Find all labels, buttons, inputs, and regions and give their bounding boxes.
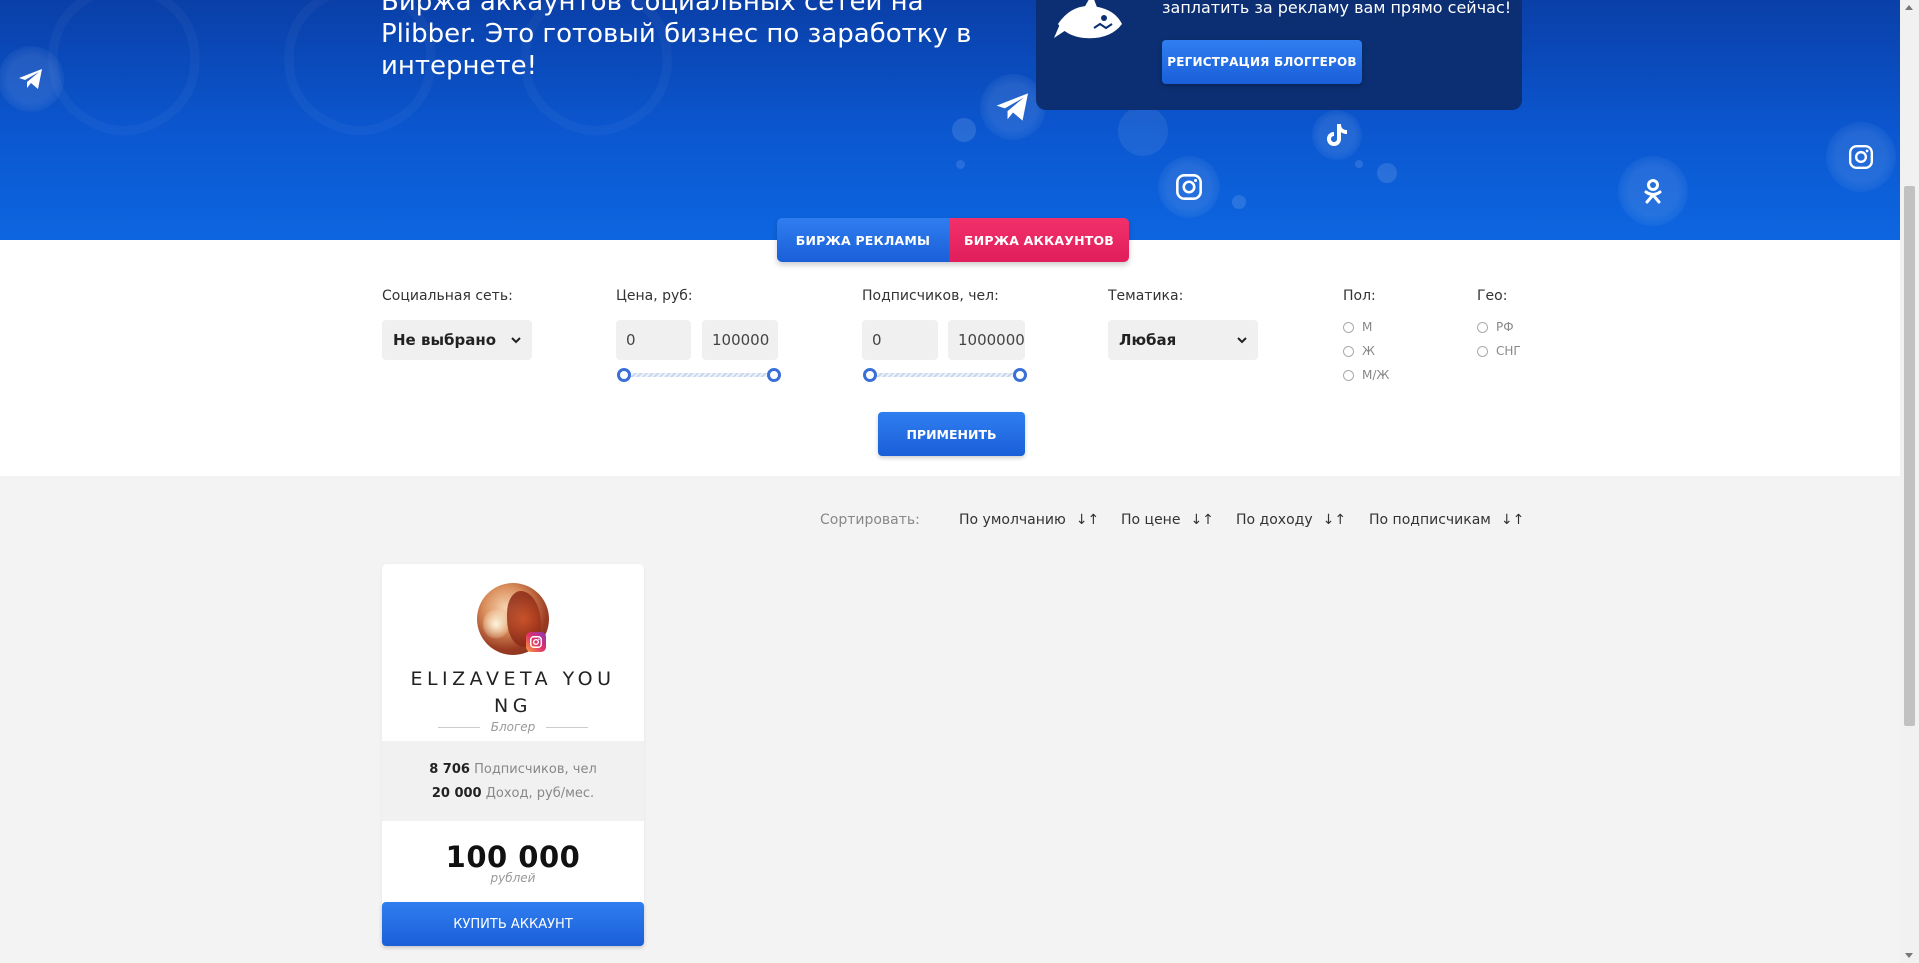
- promo-text: заплатить за рекламу вам прямо сейчас!: [1162, 0, 1512, 17]
- avatar-light: [483, 609, 509, 639]
- radio-button[interactable]: [1343, 321, 1354, 333]
- gender-option-f[interactable]: Ж: [1343, 344, 1375, 358]
- hero-headline: Биржа аккаунтов социальных сетей на Plib…: [381, 0, 972, 81]
- income-value: 20 000: [431, 786, 482, 801]
- decor-bubble: [1355, 160, 1363, 168]
- geo-option-label: СНГ: [1496, 344, 1521, 358]
- scroll-up-arrow-icon[interactable]: [1905, 5, 1913, 10]
- sort-arrows-icon[interactable]: ↓↑: [1501, 512, 1524, 528]
- gender-label: Пол:: [1343, 288, 1376, 304]
- radio-button[interactable]: [1343, 369, 1354, 381]
- price-max-input[interactable]: [702, 320, 778, 360]
- tab-account-exchange[interactable]: БИРЖА АККАУНТОВ: [949, 218, 1129, 262]
- sort-arrows-icon[interactable]: ↓↑: [1076, 512, 1099, 528]
- geo-option-cis[interactable]: СНГ: [1477, 344, 1521, 358]
- hero-banner: ◯ ◯ ◯ Биржа аккаунтов социальных сетей н…: [0, 0, 1900, 240]
- instagram-icon: [1158, 156, 1220, 218]
- radio-button[interactable]: [1343, 345, 1354, 357]
- sort-by-income[interactable]: По доходу ↓↑: [1236, 512, 1346, 528]
- decor-bubble: [956, 160, 965, 169]
- scrollbar-thumb[interactable]: [1904, 186, 1915, 726]
- sort-default[interactable]: По умолчанию ↓↑: [959, 512, 1099, 528]
- topic-select[interactable]: Любая: [1108, 320, 1258, 360]
- blogger-registration-button[interactable]: РЕГИСТРАЦИЯ БЛОГГЕРОВ: [1162, 40, 1362, 84]
- sort-arrows-icon[interactable]: ↓↑: [1323, 512, 1346, 528]
- filter-panel: Социальная сеть: Не выбрано Цена, руб: П…: [0, 240, 1900, 476]
- subscribers-range-track: [869, 373, 1021, 377]
- sort-option-label: По доходу: [1236, 512, 1313, 528]
- sort-by-price[interactable]: По цене ↓↑: [1121, 512, 1214, 528]
- price-min-handle[interactable]: [617, 368, 631, 382]
- price-min-input[interactable]: [616, 320, 691, 360]
- subscribers-label: Подписчиков, чел:: [862, 288, 999, 304]
- radio-button[interactable]: [1477, 345, 1488, 357]
- decor-bubble: [1118, 106, 1168, 156]
- chevron-down-icon: [1236, 332, 1248, 350]
- decor-bubble: [1377, 163, 1397, 183]
- subscribers-range-slider[interactable]: [863, 368, 1027, 382]
- sort-arrows-icon[interactable]: ↓↑: [1190, 512, 1213, 528]
- radio-button[interactable]: [1477, 321, 1488, 333]
- income-stat: 20 000 Доход, руб/мес.: [382, 786, 644, 801]
- account-name[interactable]: ELIZAVETA YOUNG: [402, 666, 624, 720]
- social-network-select[interactable]: Не выбрано: [382, 320, 532, 360]
- price-label: Цена, руб:: [616, 288, 693, 304]
- decor-bubble: [952, 118, 976, 142]
- price-range-track: [623, 373, 775, 377]
- social-network-label: Социальная сеть:: [382, 288, 513, 304]
- gender-option-mf[interactable]: М/Ж: [1343, 368, 1389, 382]
- subscribers-value: 8 706: [429, 762, 470, 777]
- shark-mascot-icon: [1054, 0, 1126, 50]
- apply-filters-button[interactable]: ПРИМЕНИТЬ: [878, 412, 1025, 456]
- account-role: Блогер: [438, 720, 588, 734]
- price-max-handle[interactable]: [767, 368, 781, 382]
- instagram-icon: [526, 632, 546, 652]
- sort-option-label: По цене: [1121, 512, 1181, 528]
- geo-label: Гео:: [1477, 288, 1508, 304]
- blogger-promo-box: заплатить за рекламу вам прямо сейчас! Р…: [1036, 0, 1522, 110]
- social-network-value: Не выбрано: [393, 331, 497, 349]
- sort-by-subscribers[interactable]: По подписчикам ↓↑: [1369, 512, 1524, 528]
- decor-bubble: [1232, 195, 1246, 209]
- account-card: ELIZAVETA YOUNG Блогер 8 706 Подписчиков…: [382, 564, 644, 946]
- account-price: 100 000: [445, 840, 581, 874]
- scroll-down-arrow-icon[interactable]: [1905, 953, 1913, 958]
- page-scrollbar[interactable]: [1900, 0, 1919, 963]
- tiktok-icon: [1312, 110, 1362, 160]
- sort-label: Сортировать:: [820, 512, 920, 528]
- price-range-slider[interactable]: [617, 368, 781, 382]
- subscribers-unit: Подписчиков, чел: [474, 762, 597, 777]
- income-unit: Доход, руб/мес.: [485, 786, 595, 801]
- subscribers-max-input[interactable]: [948, 320, 1025, 360]
- gender-option-m[interactable]: М: [1343, 320, 1372, 334]
- geo-option-rf[interactable]: РФ: [1477, 320, 1514, 334]
- tab-ad-exchange[interactable]: БИРЖА РЕКЛАМЫ: [777, 218, 949, 262]
- odnoklassniki-icon: [1618, 156, 1688, 226]
- topic-label: Тематика:: [1108, 288, 1184, 304]
- subscribers-min-handle[interactable]: [863, 368, 877, 382]
- telegram-icon: [0, 46, 64, 112]
- buy-account-button[interactable]: КУПИТЬ АККАУНТ: [382, 902, 644, 946]
- gender-option-label: М: [1362, 320, 1373, 334]
- subscribers-max-handle[interactable]: [1013, 368, 1027, 382]
- geo-option-label: РФ: [1496, 320, 1514, 334]
- gender-option-label: М/Ж: [1362, 368, 1390, 382]
- sort-option-label: По подписчикам: [1369, 512, 1491, 528]
- subscribers-min-input[interactable]: [862, 320, 938, 360]
- chevron-down-icon: [510, 332, 522, 350]
- gender-option-label: Ж: [1362, 344, 1375, 358]
- price-currency: рублей: [490, 871, 536, 885]
- sort-option-label: По умолчанию: [959, 512, 1066, 528]
- instagram-icon: [1826, 122, 1896, 192]
- account-stats: 8 706 Подписчиков, чел 20 000 Доход, руб…: [382, 741, 644, 821]
- exchange-tabs: БИРЖА РЕКЛАМЫ БИРЖА АККАУНТОВ: [777, 218, 1129, 262]
- subscribers-stat: 8 706 Подписчиков, чел: [382, 762, 644, 777]
- topic-value: Любая: [1119, 331, 1177, 349]
